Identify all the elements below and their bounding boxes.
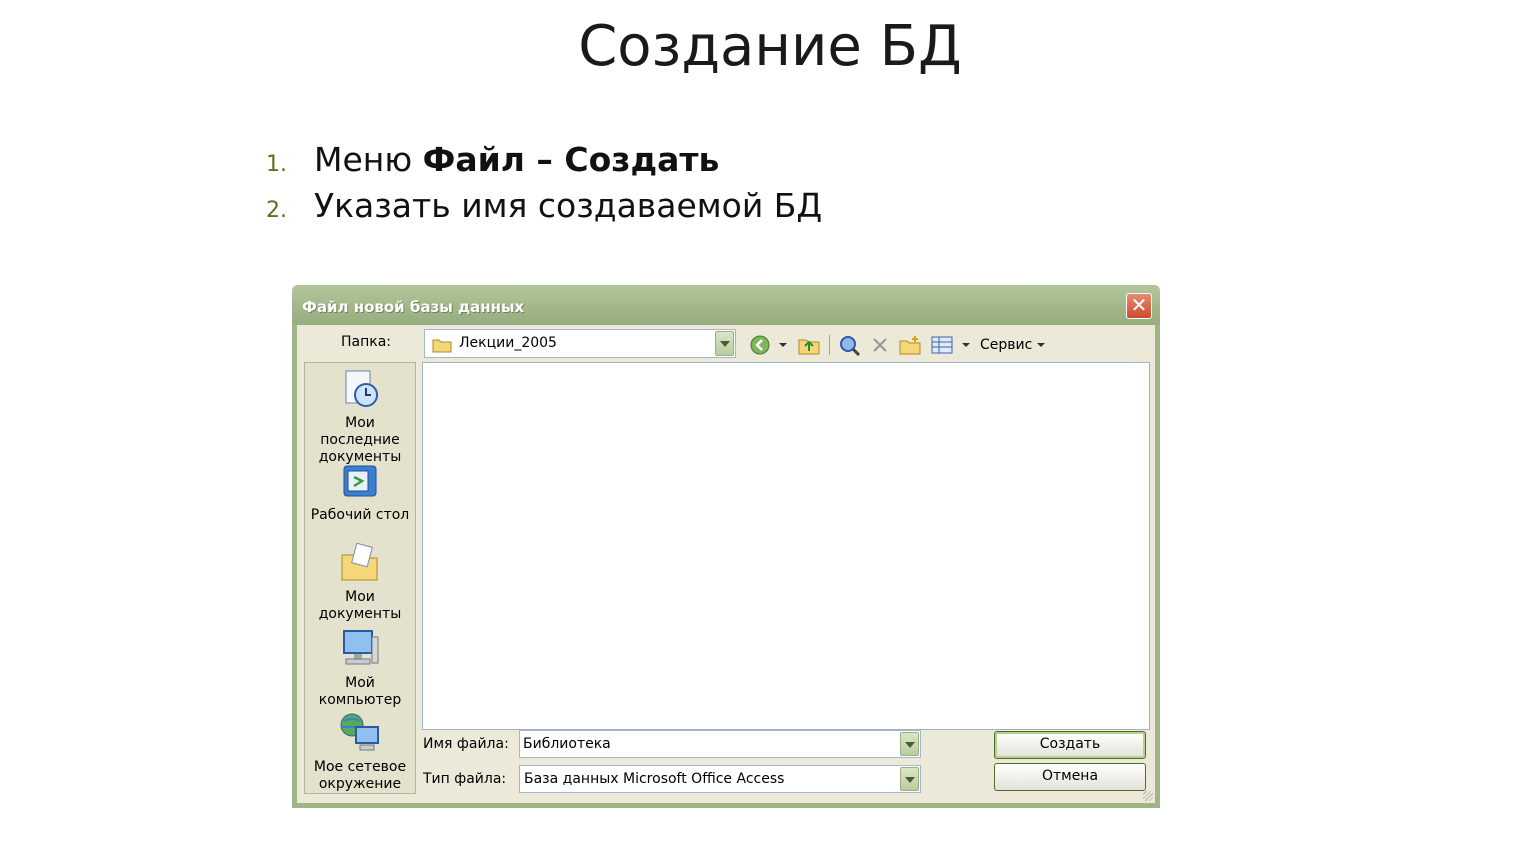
views-icon[interactable] xyxy=(930,334,954,356)
chevron-down-icon[interactable] xyxy=(900,767,919,791)
place-my-documents[interactable]: Мои документы xyxy=(305,541,415,623)
desktop-icon xyxy=(305,463,415,507)
filetype-label: Тип файла: xyxy=(423,771,507,787)
cancel-button[interactable]: Отмена xyxy=(994,763,1146,791)
back-icon[interactable] xyxy=(749,334,771,356)
network-places-icon xyxy=(305,711,415,759)
dialog-titlebar[interactable]: Файл новой базы данных ✕ xyxy=(292,285,1160,325)
chevron-down-icon[interactable] xyxy=(715,331,734,356)
step-number: 2. xyxy=(266,198,287,223)
dialog-body: Папка: Лекции_2005 Сервис Мои последние … xyxy=(297,325,1155,803)
place-desktop[interactable]: Рабочий стол xyxy=(305,463,415,524)
file-list[interactable] xyxy=(422,362,1150,730)
close-button[interactable]: ✕ xyxy=(1126,293,1152,319)
places-bar: Мои последние документы Рабочий стол Мои… xyxy=(304,362,416,794)
step-prefix: Указать имя создаваемой БД xyxy=(314,186,823,225)
back-dropdown-icon[interactable] xyxy=(779,343,787,347)
place-label: Рабочий стол xyxy=(310,507,410,523)
step-number: 1. xyxy=(266,152,287,177)
step-prefix: Меню xyxy=(314,140,423,179)
tools-menu[interactable]: Сервис xyxy=(980,337,1045,353)
place-network[interactable]: Мое сетевое окружение xyxy=(305,711,415,793)
views-dropdown-icon[interactable] xyxy=(962,343,970,347)
step-bold: Файл – Создать xyxy=(422,140,720,179)
resize-grip[interactable] xyxy=(1143,791,1153,801)
my-computer-icon xyxy=(305,627,415,675)
filename-value: Библиотека xyxy=(523,736,611,752)
folder-combo[interactable]: Лекции_2005 xyxy=(424,329,736,358)
place-label: Мои последние xyxy=(320,415,400,448)
step-text: Меню Файл – Создать xyxy=(314,140,719,179)
dialog-title: Файл новой базы данных xyxy=(302,298,525,316)
folder-value: Лекции_2005 xyxy=(459,335,557,351)
place-label: документы xyxy=(318,606,402,622)
slide-title: Создание БД xyxy=(578,14,962,79)
my-documents-icon xyxy=(305,541,415,589)
up-folder-icon[interactable] xyxy=(797,334,821,356)
folder-label: Папка: xyxy=(341,334,392,350)
place-label: Мой xyxy=(345,675,375,691)
chevron-down-icon[interactable] xyxy=(900,732,919,756)
filename-label: Имя файла: xyxy=(423,736,509,752)
place-label: компьютер xyxy=(318,692,402,708)
step-item: 2. Указать имя создаваемой БД xyxy=(266,186,822,232)
search-web-icon[interactable] xyxy=(838,334,862,357)
filetype-value: База данных Microsoft Office Access xyxy=(524,771,785,787)
create-button[interactable]: Создать xyxy=(994,731,1146,759)
new-folder-icon[interactable] xyxy=(898,334,922,356)
recent-documents-icon xyxy=(305,367,415,415)
filename-input[interactable]: Библиотека xyxy=(519,730,921,758)
toolbar-separator xyxy=(829,335,830,355)
tools-dropdown-icon xyxy=(1036,343,1045,347)
folder-icon xyxy=(432,337,452,357)
place-recent[interactable]: Мои последние документы xyxy=(305,367,415,466)
place-label: Мои xyxy=(345,589,375,605)
step-item: 1. Меню Файл – Создать xyxy=(266,140,822,186)
step-text: Указать имя создаваемой БД xyxy=(314,186,822,225)
steps-list: 1. Меню Файл – Создать 2. Указать имя со… xyxy=(266,140,822,232)
delete-icon[interactable] xyxy=(870,334,890,356)
filetype-select[interactable]: База данных Microsoft Office Access xyxy=(519,765,921,793)
place-label: окружение xyxy=(318,776,402,792)
dialog-toolbar: Сервис xyxy=(749,331,1045,359)
new-database-dialog: Файл новой базы данных ✕ Папка: Лекции_2… xyxy=(292,285,1160,808)
place-label: Мое сетевое xyxy=(313,759,407,775)
tools-label: Сервис xyxy=(980,337,1033,353)
close-icon: ✕ xyxy=(1130,293,1148,317)
place-my-computer[interactable]: Мой компьютер xyxy=(305,627,415,709)
